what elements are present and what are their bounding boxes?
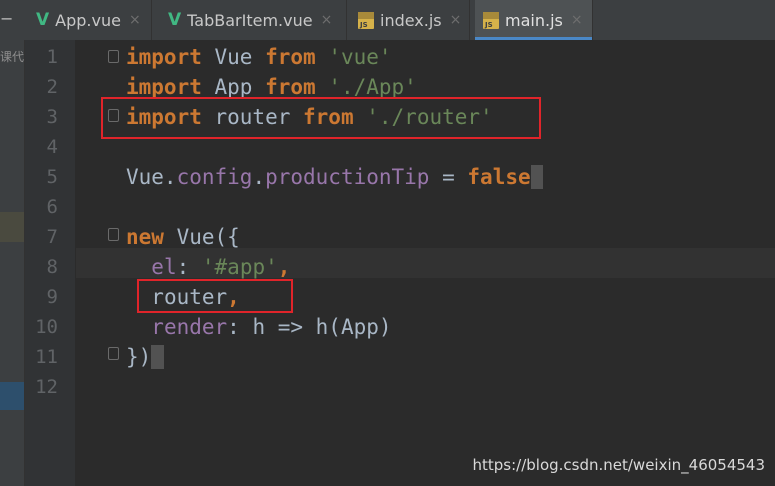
tab-main-js[interactable]: JS main.js × — [475, 0, 593, 40]
collapse-icon[interactable]: − — [0, 9, 13, 28]
code-line-8[interactable]: el: '#app', — [126, 252, 290, 282]
fold-marker-icon[interactable] — [108, 50, 119, 63]
line-number: 5 — [46, 166, 58, 188]
js-file-icon: JS — [358, 11, 374, 29]
close-icon[interactable]: × — [321, 12, 333, 28]
tab-label: index.js — [380, 10, 442, 30]
js-file-icon: JS — [483, 11, 499, 29]
fold-marker-icon[interactable] — [108, 347, 119, 360]
line-number: 7 — [46, 226, 58, 248]
tab-index-js[interactable]: JS index.js × — [350, 0, 470, 40]
line-number: 3 — [46, 106, 58, 128]
line-number-gutter: 1 2 3 4 5 6 7 8 9 10 11 12 — [25, 40, 75, 486]
code-line-7[interactable]: new Vue({ — [126, 222, 240, 252]
fold-marker-icon[interactable] — [108, 228, 119, 241]
tab-label: TabBarItem.vue — [187, 10, 313, 30]
text-caret — [530, 165, 544, 189]
line-number: 2 — [46, 76, 58, 98]
code-line-5[interactable]: Vue.config.productionTip = false — [126, 162, 544, 192]
close-icon[interactable]: × — [571, 12, 583, 28]
code-line-11[interactable]: }) — [126, 342, 164, 372]
close-icon[interactable]: × — [450, 12, 462, 28]
tab-tabbaritem-vue[interactable]: V TabBarItem.vue × — [160, 0, 347, 40]
close-icon[interactable]: × — [129, 12, 141, 28]
line-number: 6 — [46, 196, 58, 218]
text-caret — [151, 345, 164, 369]
vue-icon: V — [168, 10, 182, 30]
code-line-1[interactable]: import Vue from 'vue' — [126, 42, 392, 72]
watermark-text: https://blog.csdn.net/weixin_46054543 — [472, 456, 765, 474]
vue-icon: V — [36, 10, 50, 30]
line-number: 1 — [46, 46, 58, 68]
editor-tab-bar: V App.vue × V TabBarItem.vue × JS index.… — [0, 0, 775, 41]
highlight-box-import-router — [101, 97, 541, 139]
tab-label: App.vue — [55, 10, 121, 30]
line-number: 12 — [35, 376, 58, 398]
highlight-box-router-option — [137, 279, 293, 313]
tab-app-vue[interactable]: V App.vue × — [28, 0, 152, 40]
code-line-10[interactable]: render: h => h(App) — [126, 312, 391, 342]
line-number: 10 — [35, 316, 58, 338]
line-number: 4 — [46, 136, 58, 158]
line-number: 11 — [35, 346, 58, 368]
tab-label: main.js — [505, 10, 563, 30]
line-number: 9 — [46, 286, 58, 308]
line-number: 8 — [46, 256, 58, 278]
